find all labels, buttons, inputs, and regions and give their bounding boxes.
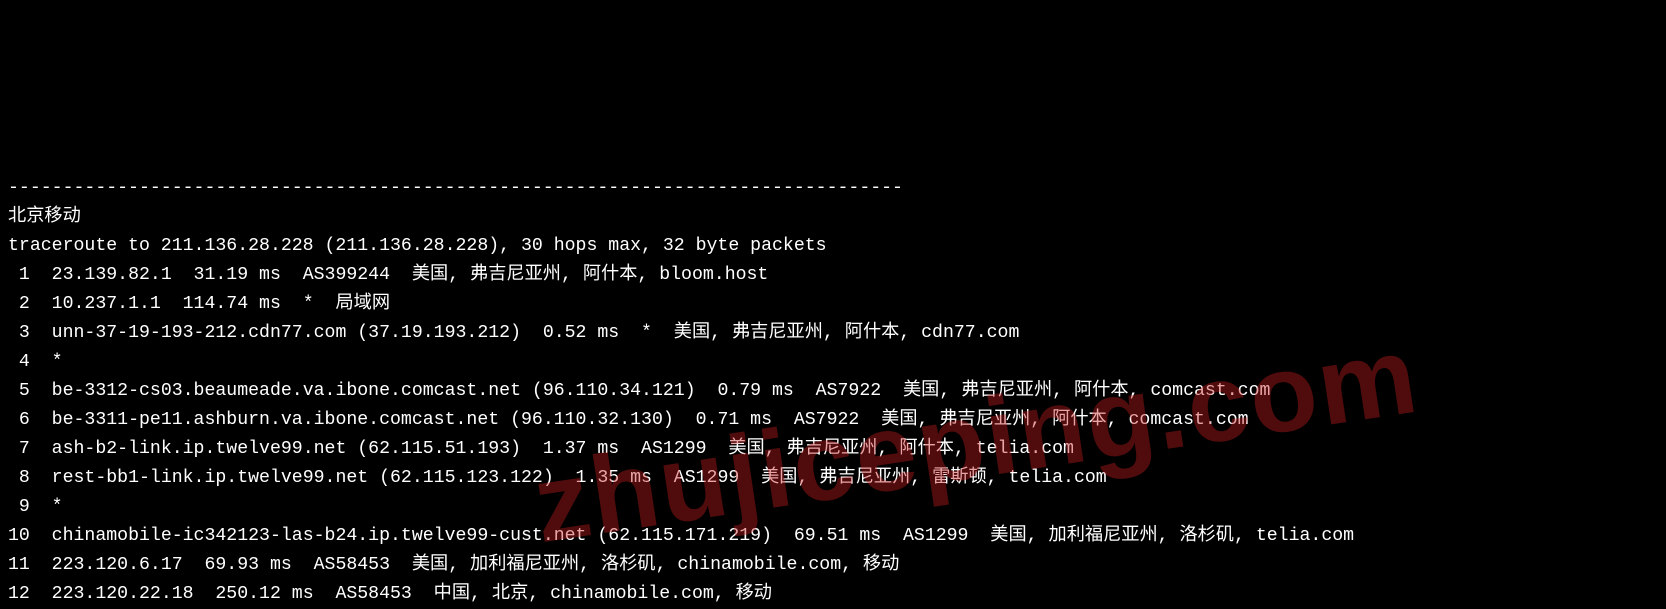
- hop-number: 9: [8, 493, 30, 522]
- hop-number: 1: [8, 261, 30, 290]
- hop-number: 2: [8, 290, 30, 319]
- hop-number: 7: [8, 435, 30, 464]
- route-title: 北京移动: [8, 207, 81, 227]
- hop-line: 223.120.22.18 250.12 ms AS58453 中国, 北京, …: [52, 584, 772, 604]
- hop-line: rest-bb1-link.ip.twelve99.net (62.115.12…: [52, 468, 1107, 488]
- hop-number: 4: [8, 348, 30, 377]
- hop-line: be-3312-cs03.beaumeade.va.ibone.comcast.…: [52, 381, 1271, 401]
- hop-line: 10.237.1.1 114.74 ms * 局域网: [52, 294, 390, 314]
- hop-line: ash-b2-link.ip.twelve99.net (62.115.51.1…: [52, 439, 1074, 459]
- hop-number: 10: [8, 522, 30, 551]
- hop-number: 12: [8, 580, 30, 609]
- hop-number: 11: [8, 551, 30, 580]
- hop-line: chinamobile-ic342123-las-b24.ip.twelve99…: [52, 526, 1354, 546]
- hop-number: 6: [8, 406, 30, 435]
- hop-line: 223.120.6.17 69.93 ms AS58453 美国, 加利福尼亚州…: [52, 555, 900, 575]
- terminal-output: ----------------------------------------…: [0, 145, 1666, 609]
- hop-number: 5: [8, 377, 30, 406]
- hop-line: 23.139.82.1 31.19 ms AS399244 美国, 弗吉尼亚州,…: [52, 265, 769, 285]
- hop-line: *: [52, 497, 63, 517]
- hop-line: be-3311-pe11.ashburn.va.ibone.comcast.ne…: [52, 410, 1249, 430]
- hop-line: unn-37-19-193-212.cdn77.com (37.19.193.2…: [52, 323, 1020, 343]
- traceroute-header: traceroute to 211.136.28.228 (211.136.28…: [8, 236, 827, 256]
- hop-line: *: [52, 352, 63, 372]
- separator-line: ----------------------------------------…: [8, 178, 903, 198]
- hop-number: 8: [8, 464, 30, 493]
- hop-number: 3: [8, 319, 30, 348]
